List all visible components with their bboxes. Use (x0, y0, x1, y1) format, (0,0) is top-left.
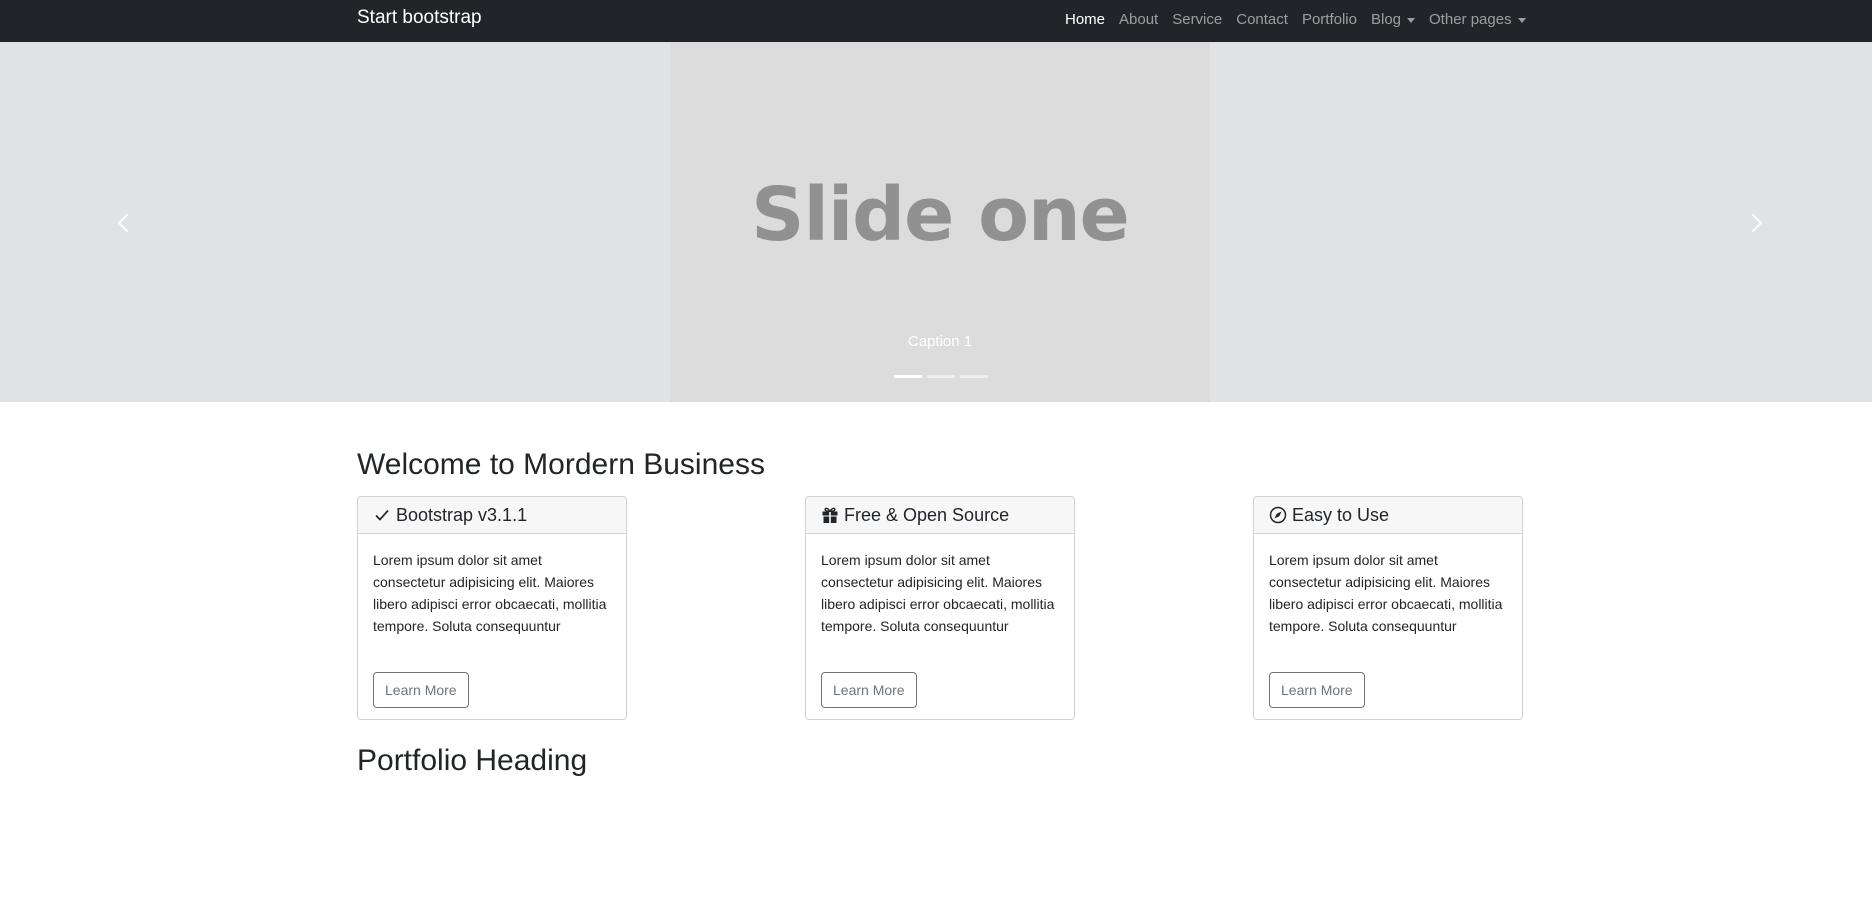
caret-down-icon (1517, 17, 1526, 23)
nav-menu: Home About Service Contact Portfolio Blo… (1058, 9, 1533, 31)
navbar-brand[interactable]: Start bootstrap (357, 7, 482, 29)
carousel-indicator-2[interactable] (927, 375, 955, 378)
card-title: Bootstrap v3.1.1 (396, 505, 528, 525)
chevron-right-icon (1751, 213, 1763, 233)
carousel-prev-button[interactable] (114, 203, 134, 243)
card-title: Easy to Use (1292, 505, 1390, 525)
nav-item-label: Other pages (1429, 11, 1512, 28)
carousel-indicator-3[interactable] (960, 375, 988, 378)
card-body: Lorem ipsum dolor sit amet consectetur a… (358, 534, 626, 708)
nav-item-contact[interactable]: Contact (1236, 11, 1288, 29)
navbar: Start bootstrap Home About Service Conta… (0, 0, 1872, 42)
nav-item-label: Blog (1370, 11, 1402, 28)
caret-down-icon (1407, 17, 1416, 23)
feature-card-easy-to-use: Easy to Use Lorem ipsum dolor sit amet c… (1253, 496, 1523, 720)
nav-item-label: Home (1065, 11, 1106, 28)
card-body: Lorem ipsum dolor sit amet consectetur a… (806, 534, 1074, 708)
card-header: Bootstrap v3.1.1 (358, 497, 626, 534)
carousel-indicator-1[interactable] (894, 375, 922, 378)
feature-card-bootstrap: Bootstrap v3.1.1 Lorem ipsum dolor sit a… (357, 496, 627, 720)
nav-item-other-pages[interactable]: Other pages (1429, 11, 1526, 29)
nav-item-home[interactable]: Home (1065, 11, 1105, 29)
chevron-left-icon (117, 213, 129, 233)
learn-more-button[interactable]: Learn More (821, 672, 917, 708)
card-text: Lorem ipsum dolor sit amet consectetur a… (821, 552, 1055, 634)
card-title: Free & Open Source (844, 505, 1010, 525)
nav-item-about[interactable]: About (1119, 11, 1158, 29)
carousel-indicators (894, 375, 993, 378)
carousel-next-button[interactable] (1746, 203, 1766, 243)
portfolio-heading: Portfolio Heading (357, 744, 588, 777)
card-text: Lorem ipsum dolor sit amet consectetur a… (1269, 552, 1503, 634)
gift-icon (822, 507, 838, 523)
nav-item-label: About (1119, 11, 1159, 28)
slide-caption: Caption 1 (907, 333, 973, 350)
card-header: Free & Open Source (806, 497, 1074, 534)
check-icon (375, 509, 389, 521)
learn-more-button[interactable]: Learn More (1269, 672, 1365, 708)
nav-item-label: Service (1172, 11, 1223, 28)
feature-card-open-source: Free & Open Source Lorem ipsum dolor sit… (805, 496, 1075, 720)
slide-image-text: Slide one (751, 172, 1130, 258)
card-text: Lorem ipsum dolor sit amet consectetur a… (373, 552, 607, 634)
nav-item-portfolio[interactable]: Portfolio (1302, 11, 1357, 29)
card-body: Lorem ipsum dolor sit amet consectetur a… (1254, 534, 1522, 708)
nav-item-blog[interactable]: Blog (1370, 11, 1416, 29)
page-heading: Welcome to Mordern Business (357, 448, 765, 481)
card-header: Easy to Use (1254, 497, 1522, 534)
nav-item-label: Contact (1236, 11, 1288, 28)
learn-more-button[interactable]: Learn More (373, 672, 469, 708)
compass-icon (1269, 506, 1287, 524)
nav-item-label: Portfolio (1301, 11, 1357, 28)
nav-item-service[interactable]: Service (1172, 11, 1222, 29)
hero-carousel: Slide one Caption 1 (0, 42, 1872, 402)
